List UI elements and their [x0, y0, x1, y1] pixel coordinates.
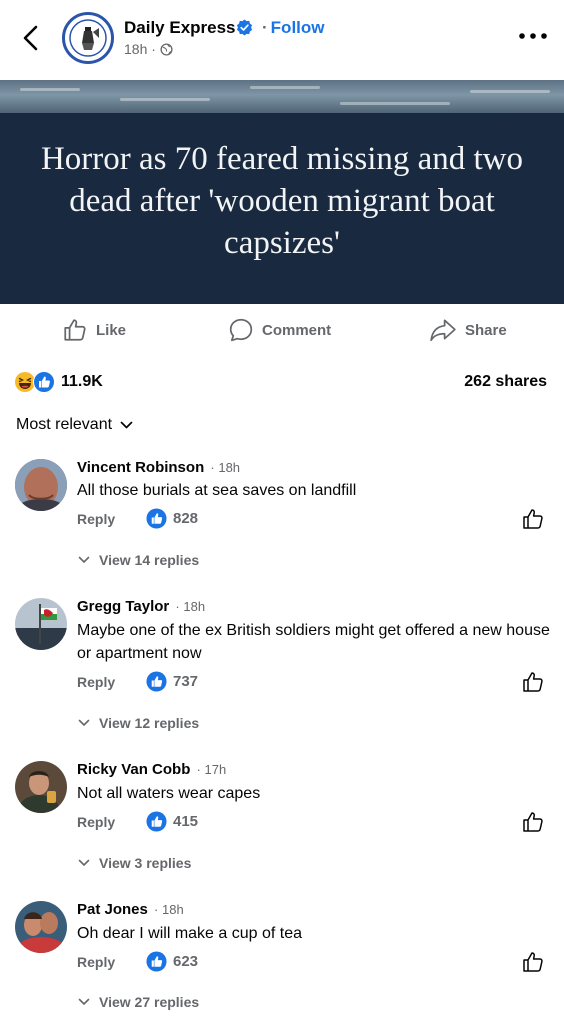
comment-header: Ricky Van Cobb · 17h: [77, 761, 226, 778]
back-arrow-icon[interactable]: [18, 22, 44, 54]
chevron-down-icon: [78, 719, 90, 727]
share-arrow-icon: [430, 319, 456, 342]
post-image[interactable]: Horror as 70 feared missing and two dead…: [0, 80, 564, 304]
thumbs-up-icon: [64, 319, 86, 341]
post-time: 18h ·: [124, 41, 156, 57]
commenter-name[interactable]: Ricky Van Cobb: [77, 761, 190, 778]
follow-button[interactable]: · Follow: [262, 18, 325, 38]
avatar[interactable]: [15, 761, 67, 813]
like-count: 415: [173, 813, 199, 830]
page-name[interactable]: Daily Express: [124, 18, 236, 38]
chevron-down-icon: [78, 556, 90, 564]
comment-header: Pat Jones · 18h: [77, 901, 184, 918]
globe-icon: [160, 42, 173, 56]
like-reaction-icon: [146, 951, 167, 972]
sea-photo-strip: [0, 80, 564, 113]
thumbs-up-icon[interactable]: [521, 950, 545, 974]
post-headline: Horror as 70 feared missing and two dead…: [40, 141, 524, 261]
commenter-name[interactable]: Gregg Taylor: [77, 598, 169, 615]
share-count[interactable]: 262 shares: [464, 373, 547, 391]
reply-button[interactable]: Reply: [77, 674, 115, 690]
avatar[interactable]: [15, 901, 67, 953]
comment-bubble-icon: [229, 318, 253, 342]
view-replies-label: View 3 replies: [99, 855, 192, 871]
share-button[interactable]: Share: [429, 317, 507, 343]
reaction-summary[interactable]: 11.9K: [14, 370, 103, 394]
view-replies-label: View 27 replies: [99, 994, 200, 1010]
like-reaction-icon: [33, 371, 55, 393]
thumbs-up-icon[interactable]: [521, 670, 545, 694]
post-action-bar: Like Comment Share: [0, 312, 564, 350]
thumbs-up-icon[interactable]: [521, 810, 545, 834]
comment-time: · 18h: [154, 902, 184, 917]
thumbs-up-icon[interactable]: [521, 507, 545, 531]
view-replies-link[interactable]: View 12 replies: [78, 715, 199, 731]
daily-express-logo[interactable]: [62, 12, 114, 64]
chevron-down-icon: [78, 998, 90, 1006]
comment-button[interactable]: Comment: [228, 317, 331, 343]
commenter-name[interactable]: Vincent Robinson: [77, 459, 204, 476]
share-label: Share: [465, 321, 507, 339]
like-button[interactable]: Like: [62, 317, 126, 343]
comment-label: Comment: [262, 321, 332, 339]
sort-label: Most relevant: [16, 416, 113, 433]
comment-text: All those burials at sea saves on landfi…: [77, 482, 357, 499]
comment-time: · 18h: [175, 599, 206, 614]
comment-header: Vincent Robinson · 18h: [77, 459, 240, 476]
like-reaction-icon: [146, 811, 167, 832]
comment-time: · 18h: [210, 460, 241, 475]
like-count: 623: [173, 953, 199, 970]
like-count: 737: [173, 673, 199, 690]
comment-like-count[interactable]: 828: [146, 508, 198, 529]
comment-text: Not all waters wear capes: [77, 785, 261, 802]
view-replies-label: View 14 replies: [99, 552, 200, 568]
commenter-name[interactable]: Pat Jones: [77, 901, 148, 918]
like-label: Like: [96, 321, 127, 339]
reply-button[interactable]: Reply: [77, 814, 115, 830]
comment-time: · 17h: [196, 762, 227, 777]
like-count: 828: [173, 510, 199, 527]
view-replies-link[interactable]: View 3 replies: [78, 855, 191, 871]
comment-text: Maybe one of the ex British soldiers mig…: [77, 622, 550, 662]
view-replies-label: View 12 replies: [99, 715, 200, 731]
chevron-down-icon: [120, 421, 133, 428]
follow-separator: ·: [262, 18, 268, 37]
verified-badge-icon: [236, 19, 253, 36]
avatar[interactable]: [15, 598, 67, 650]
comment-header: Gregg Taylor · 18h: [77, 598, 205, 615]
more-options-icon[interactable]: [518, 30, 548, 42]
view-replies-link[interactable]: View 27 replies: [78, 994, 199, 1010]
chevron-down-icon: [78, 859, 90, 867]
avatar[interactable]: [15, 459, 67, 511]
comment-text: Oh dear I will make a cup of tea: [77, 925, 302, 942]
like-reaction-icon: [146, 508, 167, 529]
comment-like-count[interactable]: 737: [146, 671, 198, 692]
follow-label: Follow: [270, 18, 325, 37]
comment-like-count[interactable]: 623: [146, 951, 198, 972]
reaction-count: 11.9K: [61, 373, 103, 390]
post-meta: 18h ·: [124, 41, 173, 57]
comment-like-count[interactable]: 415: [146, 811, 198, 832]
like-reaction-icon: [146, 671, 167, 692]
reply-button[interactable]: Reply: [77, 511, 115, 527]
post-header: Daily Express · Follow 18h ·: [0, 0, 564, 80]
view-replies-link[interactable]: View 14 replies: [78, 552, 199, 568]
reply-button[interactable]: Reply: [77, 954, 115, 970]
comment-sort-dropdown[interactable]: Most relevant: [16, 416, 133, 434]
